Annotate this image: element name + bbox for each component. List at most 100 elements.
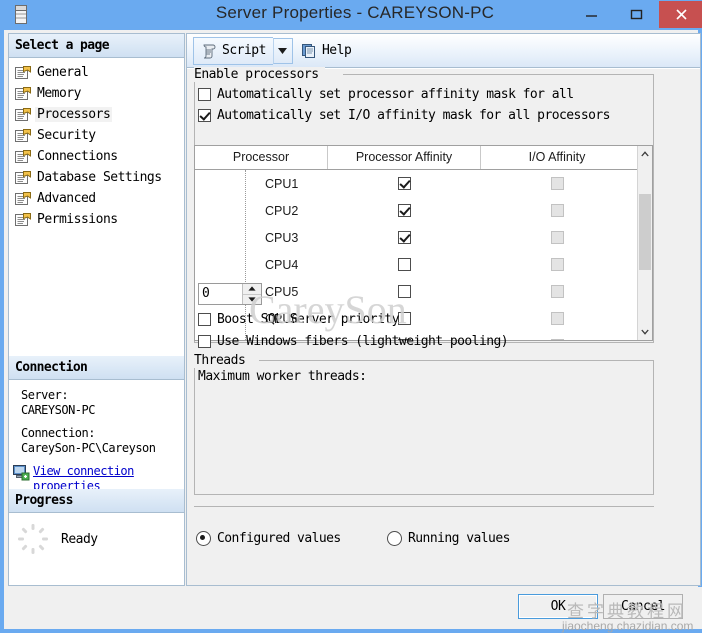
io-affinity-checkbox[interactable] (550, 285, 564, 298)
max-worker-threads-stepper[interactable]: 0 (198, 283, 262, 305)
io-affinity-cell[interactable] (481, 204, 633, 217)
column-header-processor[interactable]: Processor (195, 146, 328, 169)
script-icon (203, 44, 216, 58)
io-affinity-checkbox[interactable] (550, 177, 564, 190)
table-row[interactable]: CPU2 (195, 197, 652, 224)
sidebar-item-connections[interactable]: Connections (14, 146, 184, 167)
title-bar: Server Properties - CAREYSON-PC (4, 0, 702, 30)
sidebar: Select a page General Memory Processors … (8, 33, 185, 586)
processor-affinity-cell[interactable] (328, 177, 481, 190)
scroll-down-arrow[interactable] (638, 324, 652, 340)
script-dropdown-button[interactable] (272, 37, 293, 64)
page-icon (15, 128, 31, 142)
processor-name: CPU2 (265, 203, 299, 218)
processor-affinity-cell[interactable] (328, 285, 481, 298)
page-icon (15, 212, 31, 226)
io-affinity-checkbox[interactable] (550, 204, 564, 217)
table-row[interactable]: CPU4 (195, 251, 652, 278)
boost-priority-checkbox[interactable] (198, 313, 211, 326)
io-affinity-cell[interactable] (481, 231, 633, 244)
configured-values-row[interactable]: Configured values (196, 531, 341, 546)
minimize-button[interactable] (569, 0, 614, 29)
io-affinity-checkbox[interactable] (550, 258, 564, 271)
processors-page: Enable processors Automatically set proc… (187, 67, 700, 585)
sidebar-item-database-settings[interactable]: Database Settings (14, 167, 184, 188)
stepper-down-button[interactable] (243, 295, 261, 305)
page-icon (15, 170, 31, 184)
cancel-button[interactable]: Cancel (603, 594, 683, 619)
io-affinity-checkbox[interactable] (550, 339, 564, 340)
column-header-processor-affinity[interactable]: Processor Affinity (328, 146, 481, 169)
page-icon (15, 65, 31, 79)
processor-name-cell: CPU3 (195, 231, 328, 245)
sidebar-item-label: Database Settings (37, 170, 162, 185)
scrollbar-thumb[interactable] (639, 194, 651, 270)
processor-affinity-cell[interactable] (328, 204, 481, 217)
toolbar: Script Help (187, 34, 700, 68)
use-fibers-row[interactable]: Use Windows fibers (lightweight pooling) (198, 334, 509, 349)
triangle-down-icon (248, 297, 256, 302)
help-button[interactable]: Help (293, 37, 359, 65)
use-fibers-label: Use Windows fibers (lightweight pooling) (217, 334, 509, 349)
running-values-row[interactable]: Running values (387, 531, 510, 546)
table-scrollbar[interactable] (637, 146, 652, 340)
page-icon (15, 149, 31, 163)
triangle-up-icon (248, 286, 256, 291)
processor-affinity-cell[interactable] (328, 258, 481, 271)
io-affinity-cell[interactable] (481, 177, 633, 190)
processor-affinity-cell[interactable] (328, 231, 481, 244)
progress-status: Ready (61, 531, 98, 547)
sidebar-item-label: Advanced (37, 191, 96, 206)
processor-affinity-checkbox[interactable] (398, 258, 411, 271)
page-icon (15, 86, 31, 100)
close-button[interactable] (659, 1, 702, 28)
sidebar-item-advanced[interactable]: Advanced (14, 188, 184, 209)
stepper-up-button[interactable] (243, 284, 261, 295)
auto-io-affinity-checkbox[interactable] (198, 109, 211, 122)
sidebar-item-general[interactable]: General (14, 62, 184, 83)
table-row[interactable]: CPU1 (195, 170, 652, 197)
script-button[interactable]: Script (193, 36, 273, 65)
sidebar-item-permissions[interactable]: Permissions (14, 209, 184, 230)
auto-processor-affinity-checkbox[interactable] (198, 88, 211, 101)
auto-io-affinity-label: Automatically set I/O affinity mask for … (217, 108, 611, 123)
maximize-button[interactable] (614, 0, 659, 29)
chevron-up-icon (641, 151, 649, 157)
processor-name: CPU5 (265, 284, 299, 299)
table-row[interactable]: CPU3 (195, 224, 652, 251)
processor-name: CPU3 (265, 230, 299, 245)
scroll-up-arrow[interactable] (638, 146, 652, 162)
processor-name: CPU4 (265, 257, 299, 272)
progress-section: Progress Ready (9, 489, 184, 555)
column-header-io-affinity[interactable]: I/O Affinity (481, 146, 633, 169)
auto-io-affinity-row[interactable]: Automatically set I/O affinity mask for … (198, 108, 611, 123)
processor-affinity-checkbox[interactable] (398, 204, 411, 217)
io-affinity-cell[interactable] (481, 285, 633, 298)
sidebar-item-processors[interactable]: Processors (14, 104, 184, 125)
sidebar-item-label: Processors (35, 107, 113, 122)
processor-affinity-checkbox[interactable] (398, 177, 411, 190)
processor-name-cell: CPU1 (195, 177, 328, 191)
sidebar-item-memory[interactable]: Memory (14, 83, 184, 104)
max-worker-threads-value[interactable]: 0 (199, 284, 242, 304)
table-row[interactable]: CPU5 (195, 278, 652, 305)
connection-properties-icon (13, 465, 30, 481)
connection-section: Connection Server: CAREYSON-PC Connectio… (9, 356, 184, 498)
connection-header: Connection (9, 356, 184, 380)
io-affinity-checkbox[interactable] (550, 231, 564, 244)
processor-affinity-checkbox[interactable] (398, 312, 411, 325)
boost-priority-row[interactable]: Boost SQL Server priority (198, 312, 399, 327)
server-value: CAREYSON-PC (21, 403, 95, 417)
sidebar-item-security[interactable]: Security (14, 125, 184, 146)
use-fibers-checkbox[interactable] (198, 335, 211, 348)
io-affinity-checkbox[interactable] (550, 312, 564, 325)
help-icon (301, 43, 315, 58)
io-affinity-cell[interactable] (481, 258, 633, 271)
processor-affinity-checkbox[interactable] (398, 285, 411, 298)
running-values-radio[interactable] (387, 531, 402, 546)
configured-values-radio[interactable] (196, 531, 211, 546)
ok-button[interactable]: OK (518, 594, 598, 619)
auto-processor-affinity-row[interactable]: Automatically set processor affinity mas… (198, 87, 574, 102)
processor-affinity-checkbox[interactable] (398, 231, 411, 244)
io-affinity-cell[interactable] (481, 312, 633, 325)
